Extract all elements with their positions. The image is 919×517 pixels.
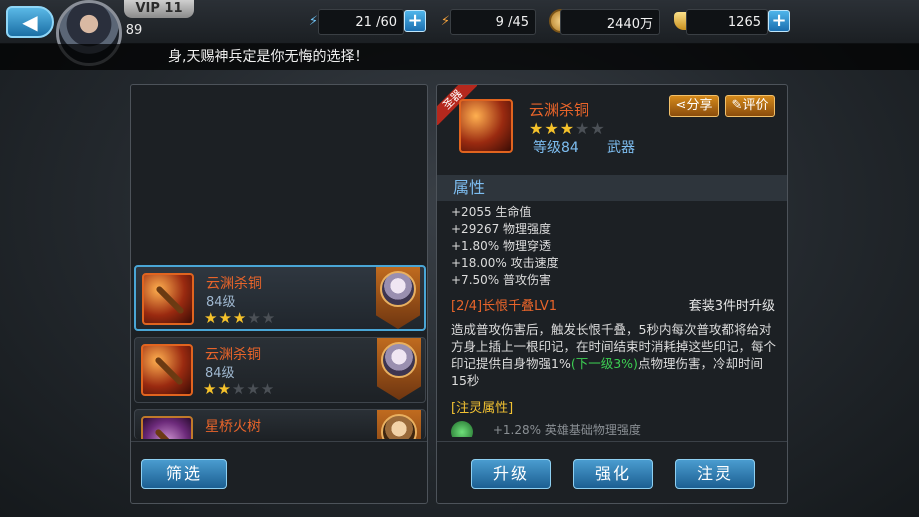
hero-portrait-icon [381, 342, 417, 378]
detail-panel: 圣器 云渊杀铜 ★★★★★ 等级84 武器 ⋖分享 ✎评价 属性 +2055 生… [436, 84, 788, 504]
item-stars: ★★★★★ [204, 309, 277, 327]
item-name: 星桥火树 [205, 419, 261, 435]
divider [437, 441, 787, 442]
hero-portrait-icon [381, 414, 417, 439]
mace-icon [142, 273, 194, 325]
equipment-name: 云渊杀铜 [529, 101, 590, 119]
ingot-value: 1265 [686, 9, 768, 35]
stamina-value: 21 /60 [318, 9, 404, 35]
spirit-title: [注灵属性] [451, 401, 514, 416]
equipment-level: 等级84 [533, 140, 579, 156]
share-icon: ⋖ [675, 98, 687, 113]
attribute-line: +1.80% 物理穿透 [451, 239, 551, 253]
hero-portrait-icon [380, 271, 416, 307]
spirit-orb-icon [451, 421, 473, 437]
equipment-type: 武器 [607, 140, 635, 156]
energy-value: 9 /45 [450, 9, 536, 35]
share-button[interactable]: ⋖分享 [669, 95, 719, 117]
item-level: 84级 [205, 366, 235, 381]
equipment-stars: ★★★★★ [529, 119, 606, 138]
set-name: [2/4]长恨千叠LV1 [451, 299, 558, 314]
divider [131, 441, 427, 442]
stamina-plus-button[interactable]: + [404, 10, 426, 32]
enhance-button[interactable]: 强化 [573, 459, 653, 489]
inventory-item[interactable]: 云渊杀铜 84级 ★★★★★ [134, 265, 426, 331]
hero-badge [377, 410, 421, 439]
item-level: 84级 [206, 295, 236, 310]
item-name: 云渊杀铜 [205, 347, 261, 363]
inventory-item[interactable]: 云渊杀铜 84级 ★★★★★ [134, 337, 426, 403]
set-description: 造成普攻伤害后，触发长恨千叠，5秒内每次普攻都将给对方身上插上一根印记，在时间结… [451, 322, 777, 388]
ingot-plus-button[interactable]: + [768, 10, 790, 32]
upgrade-button[interactable]: 升级 [471, 459, 551, 489]
hero-badge [377, 338, 421, 400]
inventory-item[interactable]: 星桥火树 [134, 409, 426, 439]
attributes-title: 属性 [437, 175, 787, 201]
edit-icon: ✎ [731, 98, 743, 113]
mace-icon [459, 99, 513, 153]
attribute-line: +29267 物理强度 [451, 222, 552, 236]
attribute-line: +2055 生命值 [451, 205, 532, 219]
set-bonus-row: [2/4]长恨千叠LV1 套装3件时升级 [451, 295, 775, 314]
review-button[interactable]: ✎评价 [725, 95, 775, 117]
spirit-attribute: +1.28% 英雄基础物理强度 [451, 421, 781, 437]
filter-button[interactable]: 筛选 [141, 459, 227, 489]
item-name: 云渊杀铜 [206, 276, 262, 292]
vip-badge: VIP 11 [124, 0, 194, 18]
top-bar: ◀ VIP 11 89 ⚡体 21 /60 + ⚡活 9 /45 2440万 1… [0, 0, 919, 66]
player-level: 89 [125, 23, 143, 38]
mace-icon [141, 344, 193, 396]
announcement-marquee: 身,天赐神兵定是你无悔的选择！ [0, 44, 919, 70]
inventory-panel: 云渊杀铜 84级 ★★★★★ 云渊杀铜 84级 ★★★★★ 星桥火树 筛选 [130, 84, 428, 504]
set-upgrade-note: 套装3件时升级 [688, 299, 775, 314]
hero-badge [376, 267, 420, 329]
attribute-line: +18.00% 攻击速度 [451, 256, 559, 270]
back-arrow-icon[interactable]: ◀ [6, 6, 54, 38]
attribute-line: +7.50% 普攻伤害 [451, 273, 551, 287]
coin-value: 2440万 [560, 9, 660, 35]
branch-icon [141, 416, 193, 439]
infuse-button[interactable]: 注灵 [675, 459, 755, 489]
item-stars: ★★★★★ [203, 380, 276, 398]
